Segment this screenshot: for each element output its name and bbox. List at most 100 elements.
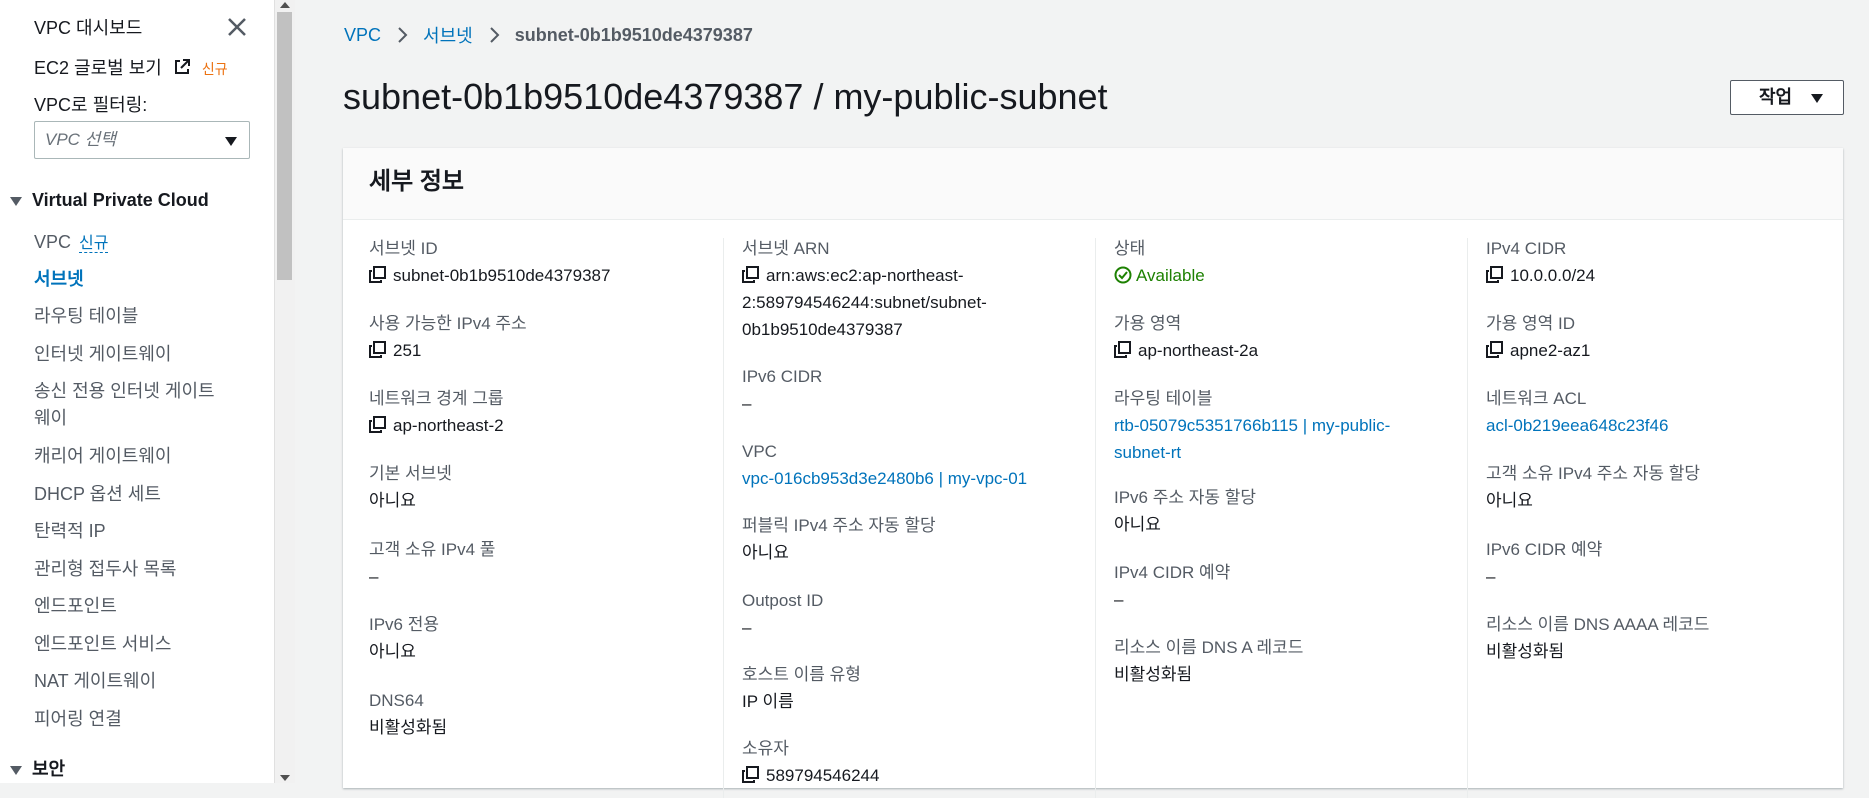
- field-outpost-id: Outpost ID –: [742, 590, 823, 641]
- field-ipv6-only: IPv6 전용 아니요: [369, 614, 439, 665]
- sidebar-item-route-tables[interactable]: 라우팅 테이블: [34, 303, 138, 330]
- field-value: ap-northeast-2a: [1114, 337, 1258, 364]
- sidebar-item-elastic-ips[interactable]: 탄력적 IP: [34, 518, 106, 545]
- section-title: 보안: [32, 759, 66, 779]
- details-column-4: IPv4 CIDR 10.0.0.0/24 가용 영역 ID apne2-az1…: [1467, 238, 1828, 798]
- subnet-arn-line-2: 2:589794546244:subnet/subnet-: [742, 293, 987, 312]
- sidebar-item-label: VPC: [34, 232, 72, 252]
- field-route-table: 라우팅 테이블 rtb-05079c5351766b115 | my-publi…: [1114, 388, 1434, 466]
- route-table-line-2: subnet-rt: [1114, 443, 1182, 462]
- vpc-link[interactable]: vpc-016cb953d3e2480b6 | my-vpc-01: [742, 465, 1027, 492]
- sidebar-scrollbar[interactable]: [274, 0, 295, 783]
- field-value: –: [1114, 590, 1124, 609]
- state-value: Available: [1136, 266, 1205, 285]
- copy-icon[interactable]: [369, 266, 386, 283]
- field-label: 가용 영역 ID: [1486, 314, 1576, 333]
- field-value: ap-northeast-2: [369, 412, 504, 439]
- section-security[interactable]: 보안: [10, 755, 65, 781]
- sidebar-item-egress-only-igw-cont[interactable]: 웨이: [34, 405, 67, 432]
- copy-icon[interactable]: [369, 416, 386, 433]
- details-column-2: 서브넷 ARN arn:aws:ec2:ap-northeast- 2:5897…: [723, 238, 1072, 798]
- copy-icon[interactable]: [369, 341, 386, 358]
- field-value: 10.0.0.0/24: [1486, 262, 1595, 289]
- sidebar-item-endpoint-services[interactable]: 엔드포인트 서비스: [34, 631, 171, 658]
- field-ipv6-auto-assign: IPv6 주소 자동 할당 아니요: [1114, 487, 1256, 538]
- sidebar-item-endpoints[interactable]: 엔드포인트: [34, 593, 117, 620]
- sidebar-item-nat-gateways[interactable]: NAT 게이트웨이: [34, 668, 156, 695]
- field-label: 고객 소유 IPv4 풀: [369, 540, 496, 559]
- field-label: VPC: [742, 442, 777, 461]
- sidebar-item-egress-only-igw[interactable]: 송신 전용 인터넷 게이트: [34, 378, 215, 405]
- scroll-up-arrow-icon[interactable]: [280, 2, 290, 8]
- route-table-line-1: rtb-05079c5351766b115 | my-public-: [1114, 416, 1391, 435]
- field-value: 아니요: [1114, 515, 1161, 534]
- field-value: 251: [369, 337, 527, 364]
- field-label: 기본 서브넷: [369, 464, 452, 483]
- field-label: IPv4 CIDR: [1486, 239, 1567, 258]
- field-value: –: [369, 567, 379, 586]
- sidebar-item-carrier-gateways[interactable]: 캐리어 게이트웨이: [34, 443, 171, 470]
- field-label: IPv6 주소 자동 할당: [1114, 488, 1257, 507]
- field-dns-a-record: 리소스 이름 DNS A 레코드 비활성화됨: [1114, 637, 1303, 688]
- field-customer-owned-pool: 고객 소유 IPv4 풀 –: [369, 539, 495, 590]
- copy-icon[interactable]: [1486, 341, 1503, 358]
- field-label: 퍼블릭 IPv4 주소 자동 할당: [742, 516, 936, 535]
- sidebar-item-internet-gateways[interactable]: 인터넷 게이트웨이: [34, 341, 171, 368]
- field-label: 네트워크 ACL: [1486, 389, 1587, 408]
- sidebar-item-vpc[interactable]: VPC 신규: [34, 229, 109, 257]
- field-label: 호스트 이름 유형: [742, 665, 861, 684]
- subnet-arn-line-1: arn:aws:ec2:ap-northeast-: [766, 266, 964, 285]
- close-icon[interactable]: [224, 14, 250, 40]
- field-label: 가용 영역: [1114, 314, 1182, 333]
- route-table-link[interactable]: rtb-05079c5351766b115 | my-public- subne…: [1114, 412, 1434, 466]
- field-label: IPv6 CIDR 예약: [1486, 540, 1603, 559]
- scrollbar-thumb[interactable]: [277, 12, 292, 280]
- breadcrumb: VPC 서브넷 subnet-0b1b9510de4379387: [344, 22, 753, 48]
- sidebar-item-dhcp-option-sets[interactable]: DHCP 옵션 세트: [34, 481, 161, 508]
- field-label: IPv6 CIDR: [742, 367, 823, 386]
- vpc-dashboard-link[interactable]: VPC 대시보드: [34, 14, 142, 40]
- field-label: Outpost ID: [742, 591, 824, 610]
- field-availability-zone-id: 가용 영역 ID apne2-az1: [1486, 313, 1590, 364]
- scroll-down-arrow-icon[interactable]: [280, 775, 290, 781]
- sidebar-item-subnets[interactable]: 서브넷: [34, 266, 84, 293]
- field-network-border-group: 네트워크 경계 그룹 ap-northeast-2: [369, 388, 504, 439]
- copy-icon[interactable]: [1114, 341, 1131, 358]
- field-availability-zone: 가용 영역 ap-northeast-2a: [1114, 313, 1258, 364]
- field-label: 상태: [1114, 239, 1146, 258]
- vpc-filter-label: VPC로 필터링:: [34, 95, 148, 115]
- new-badge[interactable]: 신규: [79, 235, 109, 253]
- subnet-arn-line-3: 0b1b9510de4379387: [742, 320, 903, 339]
- field-label: 소유자: [742, 739, 789, 758]
- field-value: arn:aws:ec2:ap-northeast- 2:589794546244…: [742, 262, 1062, 343]
- sidebar: VPC 대시보드 EC2 글로벌 보기 신규 VPC로 필터링: VPC 선택 …: [0, 0, 274, 783]
- collapse-triangle-icon: [10, 765, 22, 775]
- details-header: 세부 정보: [343, 148, 1843, 220]
- caret-down-icon: [225, 137, 237, 146]
- ec2-global-view-label: EC2 글로벌 보기: [34, 58, 162, 78]
- field-value: 아니요: [1486, 491, 1533, 510]
- field-subnet-arn: 서브넷 ARN arn:aws:ec2:ap-northeast- 2:5897…: [742, 238, 1062, 343]
- available-ipv4-value: 251: [393, 341, 422, 360]
- field-subnet-id: 서브넷 ID subnet-0b1b9510de4379387: [369, 238, 610, 289]
- copy-icon[interactable]: [1486, 266, 1503, 283]
- field-ipv6-cidr: IPv6 CIDR –: [742, 366, 822, 417]
- sidebar-item-managed-prefix-lists[interactable]: 관리형 접두사 목록: [34, 556, 176, 583]
- field-value: 아니요: [369, 491, 416, 510]
- actions-button[interactable]: 작업: [1730, 80, 1844, 115]
- field-dns-aaaa-record: 리소스 이름 DNS AAAA 레코드 비활성화됨: [1486, 614, 1709, 665]
- section-virtual-private-cloud[interactable]: Virtual Private Cloud: [10, 190, 209, 211]
- field-value: subnet-0b1b9510de4379387: [369, 262, 610, 289]
- field-value: –: [742, 618, 752, 637]
- copy-icon[interactable]: [742, 266, 759, 283]
- breadcrumb-subnets[interactable]: 서브넷: [423, 22, 473, 48]
- copy-icon[interactable]: [742, 766, 759, 783]
- vpc-dashboard-label: VPC 대시보드: [34, 18, 143, 38]
- sidebar-item-peering-connections[interactable]: 피어링 연결: [34, 706, 122, 733]
- field-label: DNS64: [369, 691, 424, 710]
- network-border-group-value: ap-northeast-2: [393, 416, 504, 435]
- ec2-global-view-link[interactable]: EC2 글로벌 보기 신규: [34, 54, 228, 80]
- network-acl-link[interactable]: acl-0b219eea648c23f46: [1486, 412, 1668, 439]
- vpc-filter-select[interactable]: VPC 선택: [34, 121, 250, 159]
- breadcrumb-vpc[interactable]: VPC: [344, 25, 381, 46]
